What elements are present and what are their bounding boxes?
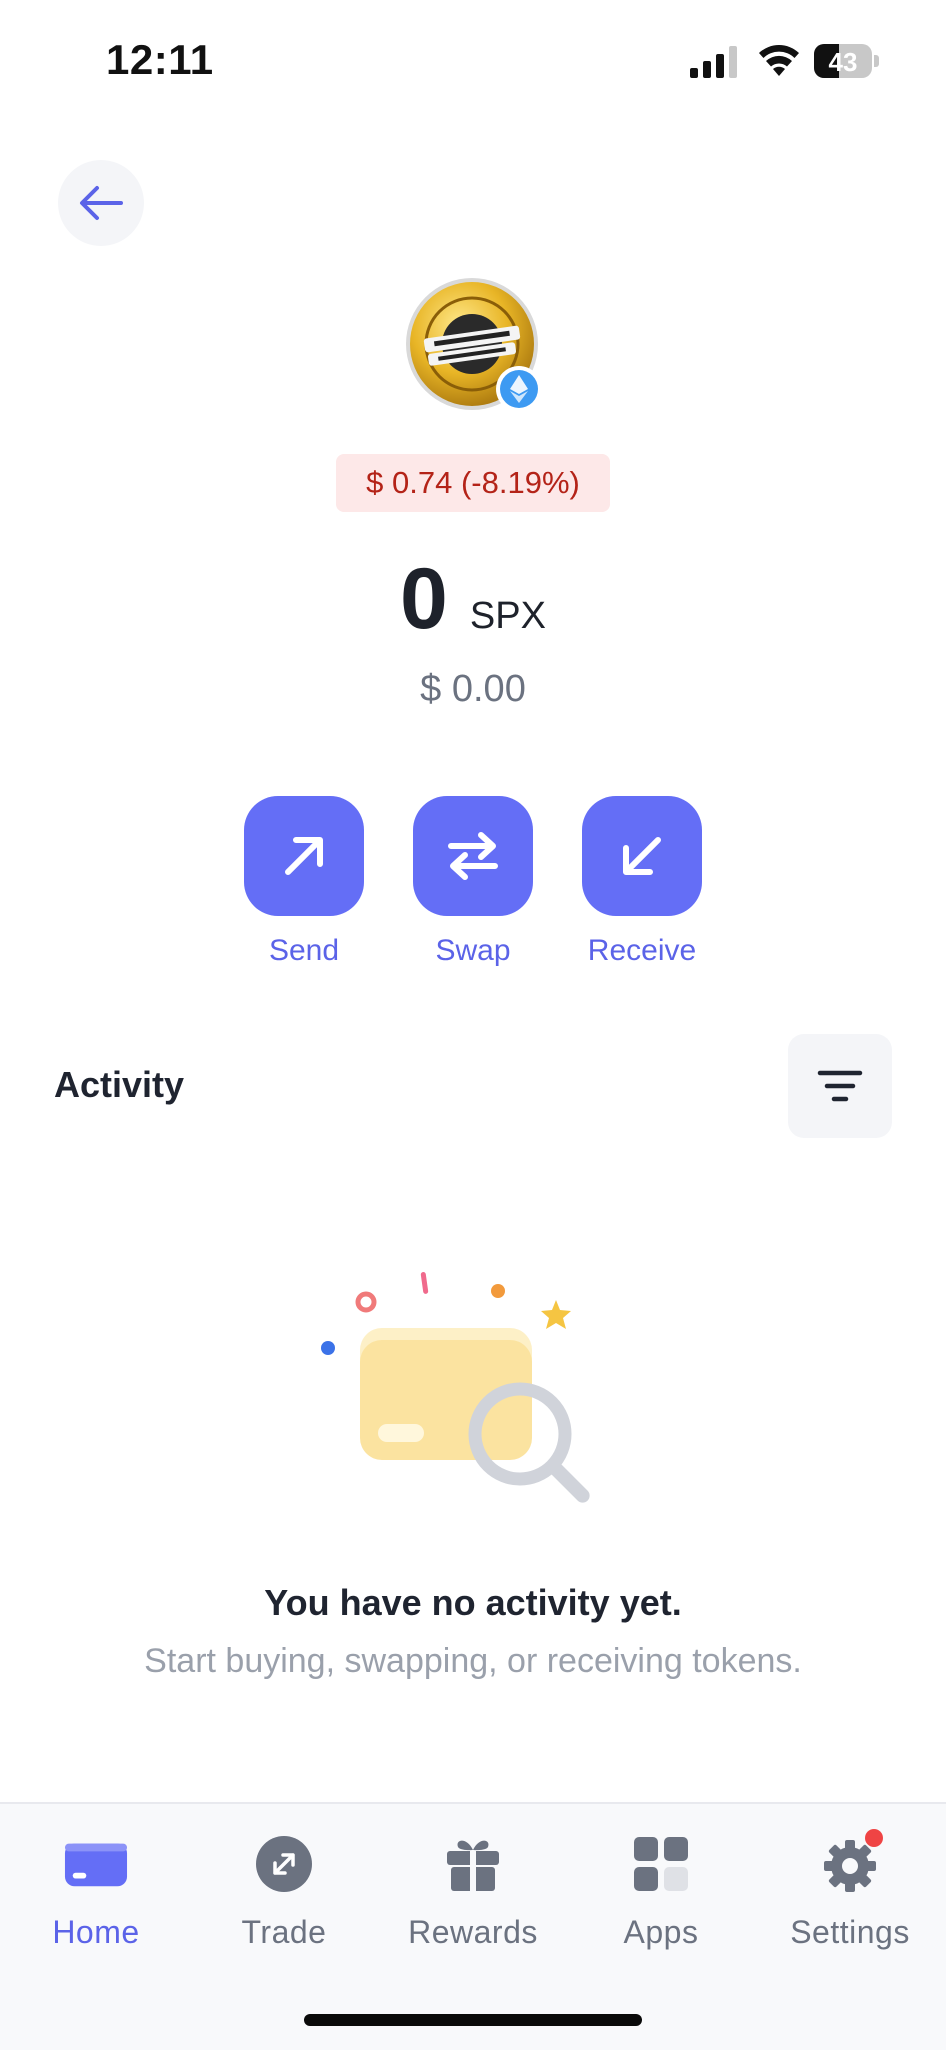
- home-indicator[interactable]: [304, 2014, 642, 2026]
- nav-apps[interactable]: Apps: [567, 1832, 755, 1951]
- empty-state-subtitle: Start buying, swapping, or receiving tok…: [144, 1642, 802, 1680]
- nav-settings[interactable]: Settings: [756, 1829, 944, 1951]
- nav-settings-label: Settings: [790, 1914, 910, 1950]
- gift-icon: [447, 1840, 499, 1891]
- wallet-icon: [64, 1843, 128, 1887]
- back-button[interactable]: [58, 160, 144, 246]
- token-symbol: SPX: [469, 595, 546, 637]
- price-change-badge: $ 0.74 (-8.19%): [336, 454, 610, 512]
- filter-icon: [817, 1070, 863, 1102]
- status-time: 12:11: [106, 36, 214, 83]
- send-button[interactable]: Send: [244, 796, 364, 968]
- swap-button[interactable]: Swap: [413, 796, 533, 968]
- receive-label: Receive: [587, 934, 697, 967]
- activity-title: Activity: [54, 1064, 185, 1105]
- nav-rewards-label: Rewards: [408, 1914, 538, 1950]
- empty-activity-illustration: [321, 1272, 590, 1503]
- nav-home[interactable]: Home: [2, 1832, 190, 1951]
- nav-trade[interactable]: Trade: [190, 1832, 378, 1951]
- balance-amount: 0: [400, 551, 448, 647]
- battery-icon: 43: [814, 44, 880, 78]
- swap-label: Swap: [435, 934, 511, 967]
- empty-state-title: You have no activity yet.: [264, 1582, 682, 1623]
- notification-dot: [865, 1829, 883, 1847]
- nav-apps-label: Apps: [623, 1914, 699, 1950]
- filter-button[interactable]: [788, 1034, 892, 1138]
- balance-usd-value: $ 0.00: [420, 668, 526, 710]
- receive-button[interactable]: Receive: [582, 796, 702, 968]
- arrow-up-right-icon: [285, 837, 323, 875]
- wifi-icon: [759, 45, 799, 76]
- bottom-navigation: Home Trade Rewards Apps Settings: [0, 1802, 946, 2050]
- nav-home-label: Home: [52, 1914, 140, 1950]
- arrow-left-icon: [80, 186, 123, 220]
- battery-level: 43: [828, 47, 858, 77]
- nav-trade-label: Trade: [241, 1914, 327, 1950]
- apps-grid-icon: [634, 1837, 688, 1891]
- arrow-down-left-icon: [623, 837, 661, 875]
- trade-icon: [256, 1836, 312, 1892]
- cellular-signal-icon: [690, 46, 737, 78]
- nav-rewards[interactable]: Rewards: [379, 1832, 567, 1951]
- send-label: Send: [268, 934, 340, 967]
- token-balance: 0 SPX: [0, 556, 946, 642]
- ethereum-badge-icon: [496, 366, 542, 412]
- swap-arrows-icon: [448, 832, 498, 880]
